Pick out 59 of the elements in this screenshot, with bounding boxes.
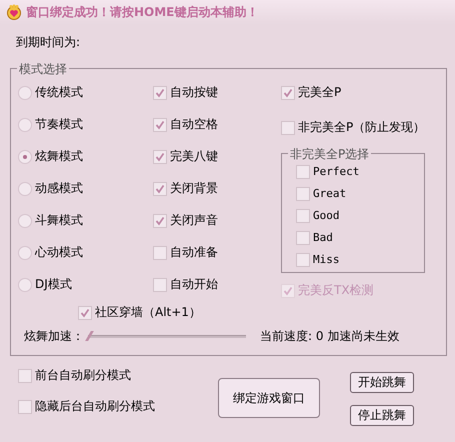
checkbox[interactable]: [296, 230, 310, 244]
checkbox-label: 完美八键: [170, 148, 218, 165]
checkbox[interactable]: [153, 278, 167, 292]
checkbox-label: Great: [313, 187, 346, 200]
checkbox-label: 关闭声音: [170, 212, 218, 229]
checkbox-label: Perfect: [313, 165, 360, 178]
checkbox[interactable]: [153, 150, 167, 164]
radio-button[interactable]: [18, 246, 32, 260]
checkbox[interactable]: [153, 118, 167, 132]
checkbox-label: 自动准备: [170, 244, 218, 261]
checkbox[interactable]: [153, 86, 167, 100]
radio-button[interactable]: [18, 118, 32, 132]
checkbox-label: 关闭背景: [170, 180, 218, 197]
checkbox-label: Miss: [313, 253, 340, 266]
checkbox-label: 自动空格: [170, 116, 218, 133]
checkbox-label: 完美反TX检测: [298, 282, 374, 299]
slider-label: 炫舞加速：: [24, 328, 85, 345]
checkbox-label: 自动开始: [170, 276, 218, 293]
checkbox-label: 前台自动刷分模式: [35, 367, 131, 384]
checkbox[interactable]: [281, 120, 295, 134]
checkbox[interactable]: [18, 400, 32, 414]
expiry-label: 到期时间为:: [16, 34, 82, 51]
checkbox[interactable]: [296, 252, 310, 266]
checkbox[interactable]: [296, 186, 310, 200]
radio-button[interactable]: [18, 278, 32, 292]
radio-label: 斗舞模式: [35, 212, 83, 229]
radio-button[interactable]: [18, 150, 32, 164]
checkbox[interactable]: [296, 208, 310, 222]
radio-button[interactable]: [18, 182, 32, 196]
checkbox[interactable]: [153, 214, 167, 228]
checkbox-label: 完美全P: [298, 84, 342, 101]
dance-button[interactable]: 开始跳舞: [350, 372, 414, 393]
radio-label: 心动模式: [35, 244, 83, 261]
radio-label: 动感模式: [35, 180, 83, 197]
radio-label: DJ模式: [35, 276, 72, 293]
radio-button[interactable]: [18, 86, 32, 100]
checkbox-label: 非完美全P（防止发现）: [298, 119, 426, 136]
checkbox-label: Bad: [313, 231, 333, 244]
checkbox-label: Good: [313, 209, 340, 222]
radio-label: 传统模式: [35, 84, 83, 101]
checkbox[interactable]: [18, 368, 32, 382]
group-title: 模式选择: [17, 61, 69, 78]
checkbox-label: 社区穿墙（Alt+1）: [95, 304, 201, 321]
bind-window-button[interactable]: 绑定游戏窗口: [218, 378, 320, 418]
speed-reading: 当前速度: 0 加速尚未生效: [260, 328, 400, 345]
checkbox[interactable]: [153, 246, 167, 260]
window-title: 窗口绑定成功！请按HOME键启动本辅助！: [26, 4, 258, 20]
checkbox-label: 隐藏后台自动刷分模式: [35, 398, 155, 415]
group-title: 非完美全P选择: [288, 146, 372, 163]
checkbox[interactable]: [296, 164, 310, 178]
radio-label: 炫舞模式: [35, 148, 83, 165]
checkbox-label: 自动按键: [170, 84, 218, 101]
checkbox[interactable]: [153, 182, 167, 196]
checkbox[interactable]: [281, 86, 295, 100]
radio-button[interactable]: [18, 214, 32, 228]
checkbox[interactable]: [78, 306, 92, 320]
radio-label: 节奏模式: [35, 116, 83, 133]
dance-button[interactable]: 停止跳舞: [350, 405, 414, 426]
slider-thumb[interactable]: [85, 331, 94, 341]
